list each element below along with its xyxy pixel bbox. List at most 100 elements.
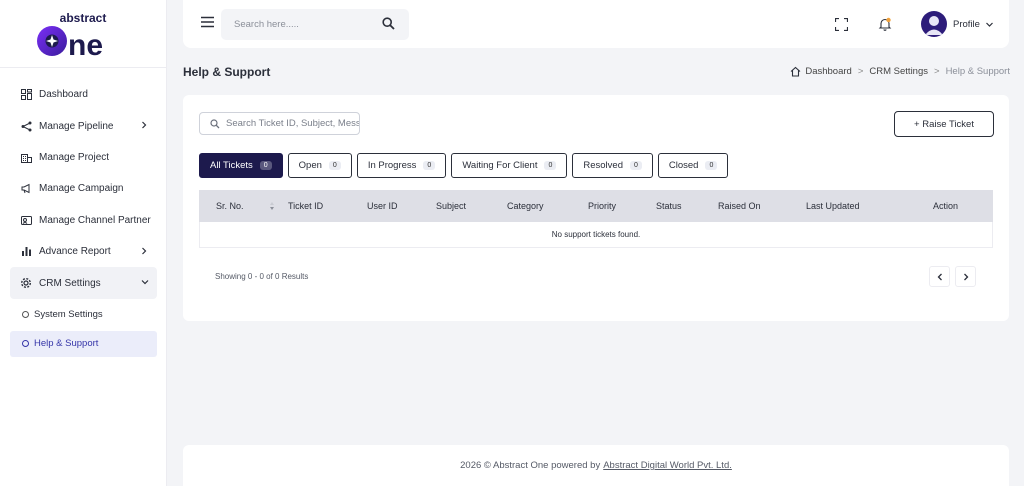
- sort-icon[interactable]: [269, 201, 275, 211]
- footer-copyright: 2026 © Abstract One powered by: [460, 460, 601, 471]
- sidebar-item-advance-report[interactable]: Advance Report: [0, 236, 156, 267]
- chevron-right-icon: [142, 121, 147, 129]
- gear-icon: [20, 277, 32, 289]
- sidebar-nav: Dashboard Manage Pipeline Manage Project…: [0, 68, 166, 357]
- tickets-table: Sr. No. Ticket ID User ID Subject Catego…: [199, 190, 993, 248]
- svg-text:ne: ne: [68, 29, 103, 58]
- tickets-card: Search Ticket ID, Subject, Message... + …: [183, 95, 1009, 321]
- sidebar-item-manage-campaign[interactable]: Manage Campaign: [0, 173, 156, 204]
- chevron-left-icon: [937, 273, 942, 280]
- breadcrumb-dashboard[interactable]: Dashboard: [805, 66, 851, 77]
- table-header-row: Sr. No. Ticket ID User ID Subject Catego…: [199, 190, 993, 222]
- pagination-next-button[interactable]: [955, 266, 976, 287]
- abstract-one-logo: abstract ne: [37, 11, 107, 58]
- bar-chart-icon: [20, 246, 32, 258]
- breadcrumb-separator: >: [934, 66, 940, 77]
- footer: 2026 © Abstract One powered by Abstract …: [183, 445, 1009, 486]
- user-avatar-icon: [925, 16, 943, 35]
- pagination-prev-button[interactable]: [929, 266, 950, 287]
- tab-all-tickets[interactable]: All Tickets 0: [199, 153, 283, 178]
- notification-bell-icon[interactable]: [878, 17, 892, 32]
- column-header-sr-no[interactable]: Sr. No.: [216, 201, 244, 211]
- tab-count-badge: 0: [705, 161, 718, 170]
- sidebar-item-label: Manage Pipeline: [39, 120, 114, 132]
- grid-icon: [20, 89, 32, 101]
- column-header-priority: Priority: [588, 201, 617, 211]
- chevron-right-icon: [963, 273, 968, 280]
- sidebar-subitem-label: Help & Support: [34, 338, 99, 350]
- logo[interactable]: abstract ne: [0, 0, 166, 68]
- tab-resolved[interactable]: Resolved 0: [572, 153, 653, 178]
- chevron-right-icon: [142, 247, 147, 255]
- sidebar-subitem-help-support[interactable]: Help & Support: [10, 330, 157, 357]
- ticket-status-tabs: All Tickets 0 Open 0 In Progress 0 Waiti…: [199, 153, 729, 178]
- sidebar-item-manage-channel-partner[interactable]: Manage Channel Partner: [0, 205, 156, 236]
- pipeline-icon: [20, 120, 32, 132]
- sidebar-subitem-label: System Settings: [34, 309, 103, 321]
- ticket-search-input[interactable]: Search Ticket ID, Subject, Message...: [199, 112, 360, 135]
- tab-label: In Progress: [367, 160, 417, 171]
- tab-label: All Tickets: [210, 160, 253, 171]
- building-icon: [20, 151, 32, 163]
- tab-count-badge: 0: [629, 161, 642, 170]
- raise-ticket-button[interactable]: + Raise Ticket: [894, 111, 994, 137]
- sidebar: abstract ne Dashboard Manage Pipeline Ma…: [0, 0, 167, 486]
- hamburger-menu-icon[interactable]: [201, 16, 214, 28]
- sidebar-item-label: CRM Settings: [39, 277, 101, 289]
- sidebar-item-label: Dashboard: [39, 89, 88, 101]
- breadcrumb-current: Help & Support: [945, 66, 1010, 77]
- tab-count-badge: 0: [259, 161, 272, 170]
- search-icon: [210, 119, 220, 129]
- circle-bullet-icon: [22, 340, 29, 348]
- sidebar-item-label: Advance Report: [39, 246, 111, 258]
- sidebar-subitem-system-settings[interactable]: System Settings: [0, 302, 166, 328]
- avatar[interactable]: [921, 11, 947, 37]
- column-header-ticket-id: Ticket ID: [288, 201, 324, 211]
- sidebar-item-label: Manage Channel Partner: [39, 214, 151, 226]
- empty-table-message: No support tickets found.: [199, 222, 993, 248]
- tab-waiting-for-client[interactable]: Waiting For Client 0: [451, 153, 568, 178]
- column-header-raised-on: Raised On: [718, 201, 761, 211]
- tab-closed[interactable]: Closed 0: [657, 153, 729, 178]
- tab-open[interactable]: Open 0: [287, 153, 352, 178]
- fullscreen-icon[interactable]: [835, 18, 848, 31]
- footer-company-link[interactable]: Abstract Digital World Pvt. Ltd.: [603, 460, 732, 471]
- search-placeholder: Search here.....: [234, 19, 299, 30]
- tab-label: Waiting For Client: [462, 160, 538, 171]
- column-header-user-id: User ID: [367, 201, 398, 211]
- search-icon[interactable]: [382, 17, 395, 30]
- megaphone-icon: [20, 183, 32, 195]
- breadcrumb-separator: >: [857, 66, 864, 77]
- sidebar-item-manage-project[interactable]: Manage Project: [0, 142, 156, 173]
- tab-label: Resolved: [583, 160, 623, 171]
- sidebar-item-manage-pipeline[interactable]: Manage Pipeline: [0, 110, 156, 141]
- ticket-search-placeholder: Search Ticket ID, Subject, Message...: [226, 118, 359, 129]
- pagination-summary: Showing 0 - 0 of 0 Results: [215, 272, 309, 281]
- partner-icon: [20, 214, 32, 226]
- page-title: Help & Support: [183, 65, 271, 79]
- column-header-subject: Subject: [436, 201, 467, 211]
- tab-in-progress[interactable]: In Progress 0: [356, 153, 447, 178]
- sidebar-item-label: Manage Campaign: [39, 183, 124, 195]
- home-icon: [790, 66, 801, 77]
- topbar: Search here..... Profile: [183, 0, 1009, 48]
- profile-menu-label[interactable]: Profile: [953, 19, 980, 30]
- chevron-down-icon[interactable]: [985, 20, 994, 29]
- tab-label: Closed: [668, 160, 699, 171]
- global-search-input[interactable]: Search here.....: [221, 9, 409, 40]
- column-header-category: Category: [507, 201, 544, 211]
- circle-bullet-icon: [22, 311, 29, 319]
- sidebar-item-dashboard[interactable]: Dashboard: [0, 79, 156, 110]
- sidebar-item-crm-settings[interactable]: CRM Settings: [10, 267, 157, 299]
- tab-count-badge: 0: [423, 161, 436, 170]
- chevron-down-icon: [141, 280, 149, 285]
- sidebar-item-label: Manage Project: [39, 151, 110, 163]
- column-header-action: Action: [933, 201, 959, 211]
- breadcrumb-crm-settings[interactable]: CRM Settings: [869, 66, 928, 77]
- svg-text:abstract: abstract: [60, 11, 107, 25]
- breadcrumb: Dashboard > CRM Settings > Help & Suppor…: [790, 66, 1010, 77]
- tab-count-badge: 0: [328, 161, 341, 170]
- column-header-status: Status: [656, 201, 682, 211]
- tab-count-badge: 0: [544, 161, 557, 170]
- column-header-last-updated: Last Updated: [806, 201, 860, 211]
